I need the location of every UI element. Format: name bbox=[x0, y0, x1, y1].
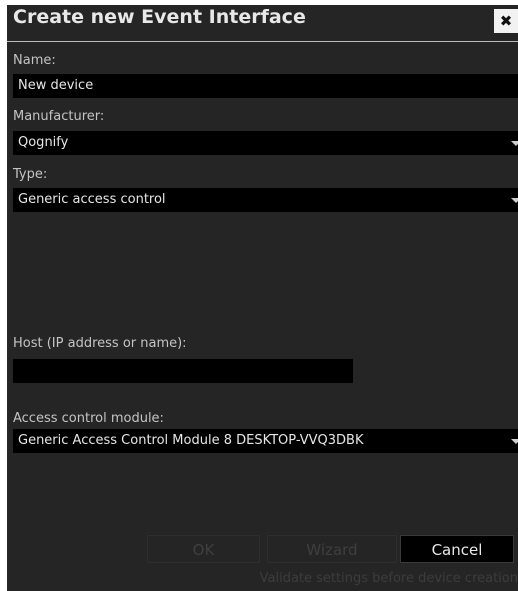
name-input[interactable]: New device bbox=[13, 74, 518, 98]
access-control-module-select[interactable]: Generic Access Control Module 8 DESKTOP-… bbox=[13, 429, 518, 453]
manufacturer-label: Manufacturer: bbox=[13, 109, 105, 124]
host-input[interactable] bbox=[13, 359, 353, 383]
chevron-down-icon bbox=[511, 198, 518, 203]
dialog-title: Create new Event Interface bbox=[13, 6, 306, 28]
close-icon: ✖ bbox=[499, 12, 513, 30]
manufacturer-value: Qognify bbox=[18, 135, 69, 150]
validation-hint: Validate settings before device creation bbox=[259, 571, 518, 586]
ok-button[interactable]: OK bbox=[147, 535, 260, 563]
type-value: Generic access control bbox=[18, 192, 166, 207]
name-value: New device bbox=[18, 78, 94, 93]
create-event-interface-dialog: Create new Event Interface ✖ Name: New d… bbox=[7, 5, 518, 591]
chevron-down-icon bbox=[511, 439, 518, 444]
host-label: Host (IP address or name): bbox=[13, 336, 187, 351]
access-control-module-label: Access control module: bbox=[13, 411, 164, 426]
name-label: Name: bbox=[13, 53, 56, 68]
chevron-down-icon bbox=[511, 141, 518, 146]
type-label: Type: bbox=[13, 167, 48, 182]
cancel-button[interactable]: Cancel bbox=[400, 535, 514, 563]
close-button[interactable]: ✖ bbox=[494, 9, 518, 33]
title-divider bbox=[7, 41, 518, 42]
wizard-button[interactable]: Wizard bbox=[267, 535, 397, 563]
title-bar: Create new Event Interface ✖ bbox=[7, 5, 518, 40]
type-select[interactable]: Generic access control bbox=[13, 188, 518, 212]
access-control-module-value: Generic Access Control Module 8 DESKTOP-… bbox=[18, 433, 364, 448]
manufacturer-select[interactable]: Qognify bbox=[13, 131, 518, 155]
